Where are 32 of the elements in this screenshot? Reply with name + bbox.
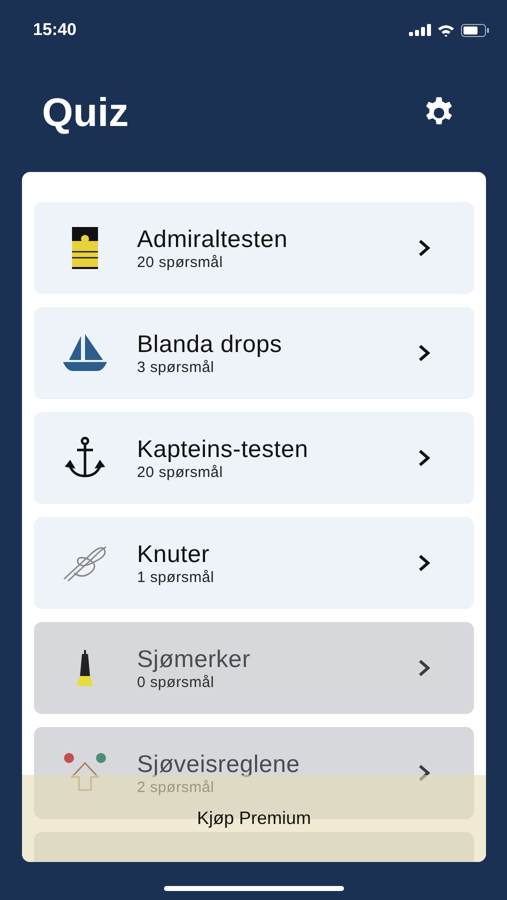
buoy-icon (75, 648, 95, 688)
anchor-icon (65, 436, 105, 480)
quiz-title: Admiraltesten (137, 226, 289, 254)
chevron-icon (418, 239, 430, 257)
wifi-icon (437, 24, 455, 36)
question-count: 2 spørsmål (137, 778, 216, 796)
quiz-item[interactable]: Sjømerker 0 spørsmål (34, 622, 474, 714)
quiz-title: Knuter (137, 540, 211, 568)
quiz-item[interactable]: Blanda drops 3 spørsmål (34, 307, 474, 399)
battery-icon (461, 24, 489, 36)
signal-icon (409, 24, 431, 36)
status-time: 15:40 (33, 20, 76, 40)
quiz-title: Blanda drops (137, 330, 284, 358)
chevron-icon (418, 344, 430, 362)
quiz-title: Sjømerker (137, 646, 252, 674)
question-count: 20 spørsmål (137, 464, 224, 480)
chevron-icon (418, 764, 430, 782)
quiz-item[interactable]: Kapteins-testen 20 spørsmål (34, 412, 474, 504)
quiz-item[interactable]: Knuter 1 spørsmål (34, 517, 474, 609)
chevron-icon (418, 659, 430, 677)
chevron-icon (418, 554, 430, 572)
quiz-item[interactable]: Admiraltesten 20 spørsmål (34, 202, 474, 294)
rules-icon (62, 753, 108, 793)
question-count: 0 spørsmål (137, 674, 216, 690)
page-title: Quiz (42, 90, 129, 136)
quiz-title: Kapteins-testen (137, 436, 310, 464)
question-count: 1 spørsmål (137, 568, 216, 586)
epaulette-icon (72, 227, 98, 269)
question-count: 3 spørsmål (137, 358, 216, 376)
sailboat-icon (61, 334, 109, 372)
question-count: 20 spørsmål (137, 254, 224, 270)
chevron-icon (418, 449, 430, 467)
